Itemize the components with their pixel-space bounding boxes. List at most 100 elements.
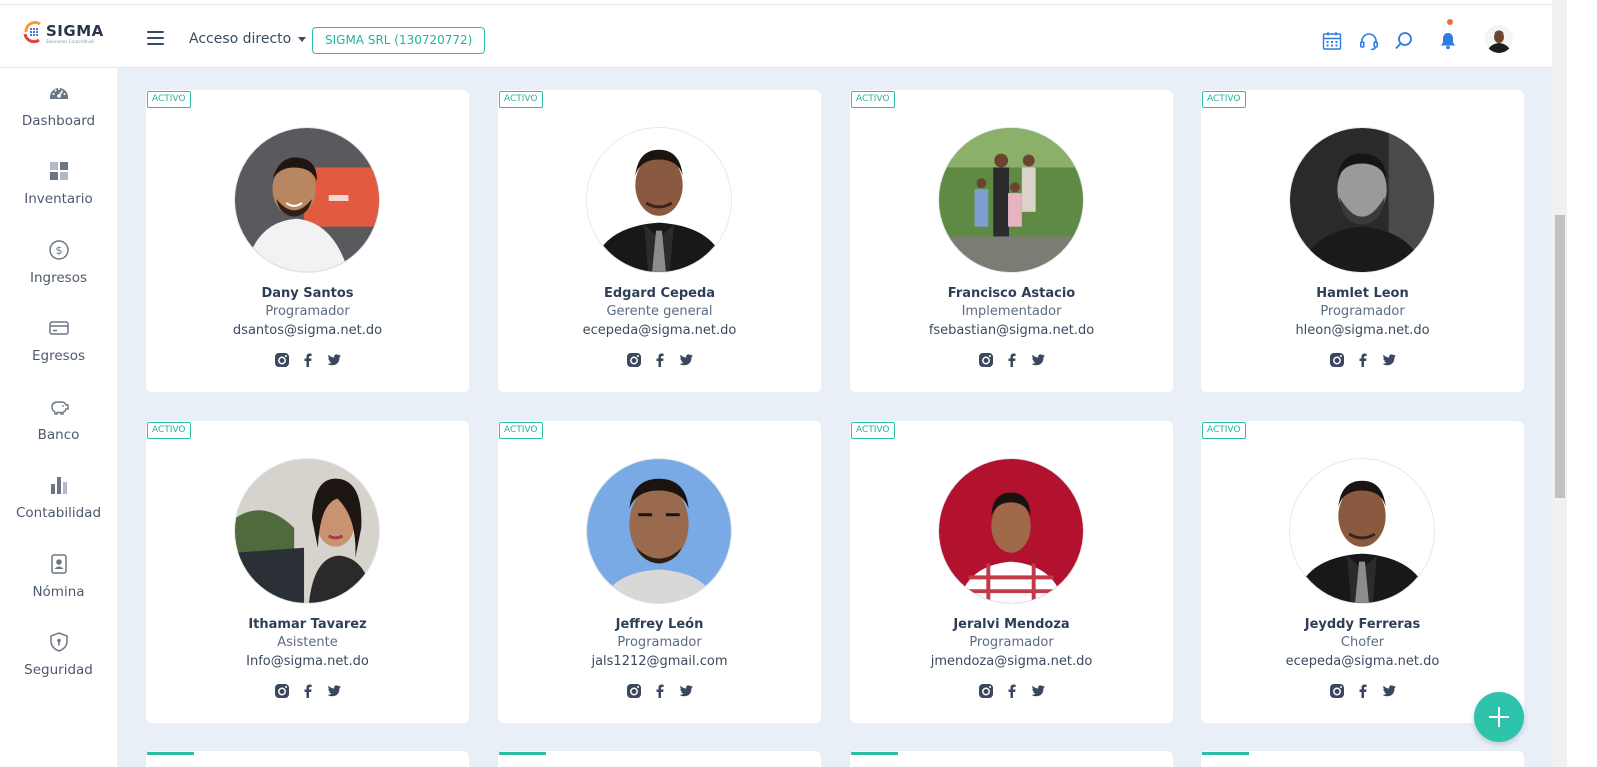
employee-email[interactable]: ecepeda@sigma.net.do [498, 323, 821, 338]
social-links [146, 683, 469, 699]
shield-icon [48, 631, 70, 653]
employee-name: Francisco Astacio [947, 286, 1076, 301]
instagram-icon[interactable] [274, 352, 290, 368]
sidebar-item-seguridad[interactable]: Seguridad [0, 631, 117, 701]
employee-card[interactable]: ACTIVO Jeralvi Mendoza Programador jmend… [850, 421, 1173, 723]
headset-icon[interactable] [1358, 30, 1380, 52]
twitter-icon[interactable] [1030, 352, 1046, 368]
twitter-icon[interactable] [678, 352, 694, 368]
twitter-icon[interactable] [1381, 683, 1397, 699]
gauge-icon [48, 82, 70, 104]
social-links [1201, 683, 1524, 699]
employee-card[interactable]: ACTIVO Francisco Astacio Implementador f… [850, 90, 1173, 392]
employee-email[interactable]: hleon@sigma.net.do [1201, 323, 1524, 338]
menu-toggle-button[interactable] [147, 31, 164, 45]
employee-email[interactable]: ecepeda@sigma.net.do [1201, 654, 1524, 669]
sidebar-item-nomina[interactable]: Nómina [0, 553, 117, 623]
employee-role: Programador [969, 635, 1054, 650]
social-links [850, 683, 1173, 699]
employee-role: Gerente general [606, 304, 713, 319]
instagram-icon[interactable] [274, 683, 290, 699]
instagram-icon[interactable] [626, 352, 642, 368]
add-employee-button[interactable] [1474, 692, 1524, 742]
employee-photo [586, 127, 732, 273]
sidebar-item-banco[interactable]: Banco [0, 396, 117, 466]
instagram-icon[interactable] [1329, 352, 1345, 368]
facebook-icon[interactable] [300, 683, 316, 699]
employee-photo [1289, 127, 1435, 273]
employee-role: Programador [617, 635, 702, 650]
instagram-icon[interactable] [626, 683, 642, 699]
status-badge: ACTIVO [1202, 422, 1246, 439]
employee-email[interactable]: jmendoza@sigma.net.do [850, 654, 1173, 669]
twitter-icon[interactable] [678, 683, 694, 699]
facebook-icon[interactable] [1355, 683, 1371, 699]
grid-icon [48, 160, 70, 182]
logo-mark-icon [22, 19, 44, 44]
card-icon [48, 317, 70, 339]
twitter-icon[interactable] [326, 683, 342, 699]
employee-email[interactable]: dsantos@sigma.net.do [146, 323, 469, 338]
logo-text: SIGMA [46, 22, 104, 40]
sidebar-item-label: Banco [37, 427, 80, 443]
employee-role: Chofer [1340, 635, 1385, 650]
employee-email[interactable]: jals1212@gmail.com [498, 654, 821, 669]
employee-card[interactable]: ACTIVO Edgard Cepeda Gerente general ece… [498, 90, 821, 392]
facebook-icon[interactable] [1355, 352, 1371, 368]
company-selector-button[interactable]: SIGMA SRL (130720772) [312, 27, 486, 54]
twitter-icon[interactable] [326, 352, 342, 368]
social-links [850, 352, 1173, 368]
sidebar-item-label: Nómina [32, 584, 85, 600]
facebook-icon[interactable] [652, 352, 668, 368]
id-badge-icon [48, 553, 70, 575]
instagram-icon[interactable] [1329, 683, 1345, 699]
employee-email[interactable]: fsebastian@sigma.net.do [850, 323, 1173, 338]
sidebar-item-egresos[interactable]: Egresos [0, 317, 117, 387]
employee-email[interactable]: Info@sigma.net.do [146, 654, 469, 669]
employee-name: Jeffrey León [615, 617, 704, 632]
calendar-icon[interactable] [1321, 30, 1343, 52]
employee-card-partial [498, 751, 821, 767]
employee-photo [938, 127, 1084, 273]
status-badge: ACTIVO [499, 91, 543, 108]
employee-card[interactable]: ACTIVO Hamlet Leon Programador hleon@sig… [1201, 90, 1524, 392]
employee-card[interactable]: ACTIVO Jeffrey León Programador jals1212… [498, 421, 821, 723]
logo[interactable]: SIGMA Soluciones Corporativas [22, 19, 104, 44]
instagram-icon[interactable] [978, 352, 994, 368]
scrollbar-thumb[interactable] [1555, 215, 1565, 498]
sidebar-item-dashboard[interactable]: Dashboard [0, 82, 117, 152]
facebook-icon[interactable] [652, 683, 668, 699]
employee-photo [586, 458, 732, 604]
employee-role: Asistente [277, 635, 338, 650]
shortcut-label: Acceso directo [189, 31, 292, 47]
status-badge: ACTIVO [851, 91, 895, 108]
instagram-icon[interactable] [978, 683, 994, 699]
employee-role: Implementador [961, 304, 1062, 319]
employee-name: Jeyddy Ferreras [1304, 617, 1421, 632]
sidebar-item-ingresos[interactable]: $ Ingresos [0, 239, 117, 309]
employee-photo [234, 458, 380, 604]
user-avatar[interactable] [1485, 25, 1513, 53]
social-links [498, 352, 821, 368]
bell-icon[interactable] [1437, 30, 1459, 52]
twitter-icon[interactable] [1381, 352, 1397, 368]
facebook-icon[interactable] [1004, 352, 1020, 368]
shortcut-dropdown[interactable]: Acceso directo [189, 31, 307, 47]
top-header: SIGMA Soluciones Corporativas Acceso dir… [0, 5, 1552, 68]
employee-card[interactable]: ACTIVO Jeyddy Ferreras Chofer ecepeda@si… [1201, 421, 1524, 723]
employee-name: Hamlet Leon [1316, 286, 1409, 301]
employee-card[interactable]: ACTIVO Dany Santos Programador dsantos@s… [146, 90, 469, 392]
search-icon[interactable] [1393, 30, 1415, 52]
facebook-icon[interactable] [300, 352, 316, 368]
employee-card[interactable]: ACTIVO Ithamar Tavarez Asistente Info@si… [146, 421, 469, 723]
facebook-icon[interactable] [1004, 683, 1020, 699]
status-badge: ACTIVO [147, 91, 191, 108]
sidebar-item-contabilidad[interactable]: Contabilidad [0, 474, 117, 544]
status-badge: ACTIVO [499, 422, 543, 439]
employee-role: Programador [1320, 304, 1405, 319]
sidebar-item-label: Egresos [32, 348, 85, 364]
sidebar-item-inventario[interactable]: Inventario [0, 160, 117, 230]
sidebar-item-label: Seguridad [24, 662, 93, 678]
twitter-icon[interactable] [1030, 683, 1046, 699]
social-links [146, 352, 469, 368]
